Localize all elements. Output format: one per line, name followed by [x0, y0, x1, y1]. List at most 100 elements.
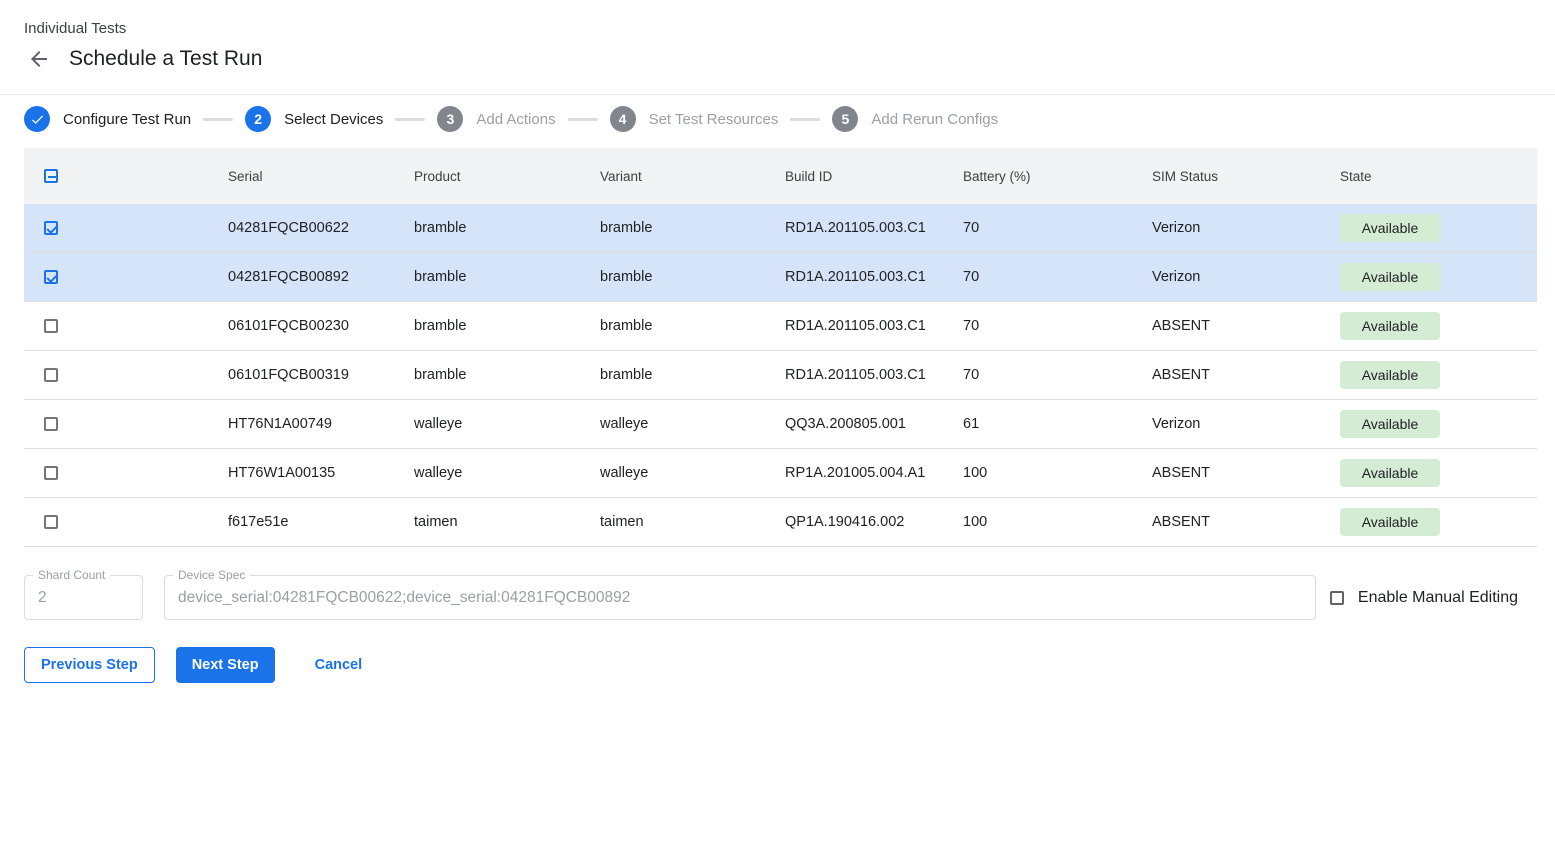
step-connector: [568, 118, 598, 121]
cell-variant: taimen: [600, 514, 785, 530]
column-header-product: Product: [414, 169, 600, 184]
cell-product: bramble: [414, 367, 600, 383]
shard-count-label: Shard Count: [33, 568, 110, 582]
cancel-button[interactable]: Cancel: [309, 647, 369, 683]
column-header-battery: Battery (%): [963, 169, 1152, 184]
cell-product: taimen: [414, 514, 600, 530]
cell-build-id: QP1A.190416.002: [785, 514, 963, 530]
device-table: SerialProductVariantBuild IDBattery (%)S…: [24, 148, 1537, 547]
step-number-3: 3: [437, 106, 463, 132]
state-badge: Available: [1340, 459, 1440, 487]
cell-battery: 70: [963, 367, 1152, 383]
cell-serial: HT76W1A00135: [228, 465, 414, 481]
select-all-checkbox[interactable]: [44, 169, 58, 183]
cell-battery: 100: [963, 465, 1152, 481]
cell-serial: HT76N1A00749: [228, 416, 414, 432]
device-row-ht76w1a00135[interactable]: HT76W1A00135walleyewalleyeRP1A.201005.00…: [24, 449, 1537, 498]
row-checkbox[interactable]: [44, 368, 58, 382]
step-label: Select Devices: [284, 111, 383, 128]
enable-manual-editing[interactable]: Enable Manual Editing: [1330, 589, 1518, 607]
device-row-ht76n1a00749[interactable]: HT76N1A00749walleyewalleyeQQ3A.200805.00…: [24, 400, 1537, 449]
cell-sim-status: ABSENT: [1152, 514, 1340, 530]
row-checkbox[interactable]: [44, 270, 58, 284]
step-number-2: 2: [245, 106, 271, 132]
step-set-test-resources[interactable]: 4 Set Test Resources: [610, 106, 779, 132]
cell-battery: 100: [963, 514, 1152, 530]
state-badge: Available: [1340, 361, 1440, 389]
action-buttons: Previous Step Next Step Cancel: [24, 647, 1531, 683]
next-step-button[interactable]: Next Step: [176, 647, 275, 683]
cell-product: bramble: [414, 269, 600, 285]
title-row: Schedule a Test Run: [24, 46, 1531, 94]
manual-editing-checkbox[interactable]: [1330, 591, 1344, 605]
cell-state: Available: [1340, 312, 1537, 340]
cell-sim-status: Verizon: [1152, 416, 1340, 432]
device-spec-field[interactable]: Device Spec device_serial:04281FQCB00622…: [164, 575, 1316, 620]
cell-battery: 70: [963, 220, 1152, 236]
back-button[interactable]: [26, 46, 52, 72]
row-checkbox-cell: [24, 221, 228, 235]
state-badge: Available: [1340, 410, 1440, 438]
row-checkbox[interactable]: [44, 466, 58, 480]
cell-product: walleye: [414, 465, 600, 481]
cell-variant: bramble: [600, 367, 785, 383]
column-header-state: State: [1340, 169, 1537, 184]
column-header-variant: Variant: [600, 169, 785, 184]
cell-variant: walleye: [600, 416, 785, 432]
device-row-06101fqcb00319[interactable]: 06101FQCB00319bramblebrambleRD1A.201105.…: [24, 351, 1537, 400]
shard-form-row: Shard Count 2 Device Spec device_serial:…: [24, 575, 1537, 620]
row-checkbox[interactable]: [44, 319, 58, 333]
cell-serial: 04281FQCB00622: [228, 220, 414, 236]
device-spec-value: device_serial:04281FQCB00622;device_seri…: [165, 589, 643, 607]
cell-build-id: RP1A.201005.004.A1: [785, 465, 963, 481]
cell-serial: 06101FQCB00319: [228, 367, 414, 383]
cell-state: Available: [1340, 508, 1537, 536]
cell-sim-status: ABSENT: [1152, 367, 1340, 383]
device-row-04281fqcb00892[interactable]: 04281FQCB00892bramblebrambleRD1A.201105.…: [24, 253, 1537, 302]
state-badge: Available: [1340, 312, 1440, 340]
device-spec-label: Device Spec: [173, 568, 250, 582]
page-header: Individual Tests Schedule a Test Run: [0, 0, 1555, 94]
step-number-4: 4: [610, 106, 636, 132]
cell-sim-status: ABSENT: [1152, 465, 1340, 481]
cell-battery: 70: [963, 269, 1152, 285]
cell-build-id: RD1A.201105.003.C1: [785, 220, 963, 236]
cell-variant: bramble: [600, 220, 785, 236]
cell-state: Available: [1340, 263, 1537, 291]
cell-product: walleye: [414, 416, 600, 432]
cell-sim-status: Verizon: [1152, 220, 1340, 236]
row-checkbox[interactable]: [44, 515, 58, 529]
cell-product: bramble: [414, 220, 600, 236]
step-add-actions[interactable]: 3Add Actions: [437, 106, 555, 132]
row-checkbox-cell: [24, 417, 228, 431]
row-checkbox-cell: [24, 368, 228, 382]
cell-serial: 04281FQCB00892: [228, 269, 414, 285]
row-checkbox[interactable]: [44, 221, 58, 235]
table-header-checkbox-cell: [24, 169, 228, 183]
cell-state: Available: [1340, 410, 1537, 438]
cell-serial: 06101FQCB00230: [228, 318, 414, 334]
step-configure-test-run[interactable]: Configure Test Run: [24, 106, 191, 132]
step-connector: [790, 118, 820, 121]
device-row-f617e51e[interactable]: f617e51etaimentaimenQP1A.190416.002100AB…: [24, 498, 1537, 547]
step-add-rerun-configs[interactable]: 5Add Rerun Configs: [832, 106, 998, 132]
cell-product: bramble: [414, 318, 600, 334]
device-row-04281fqcb00622[interactable]: 04281FQCB00622bramblebrambleRD1A.201105.…: [24, 204, 1537, 253]
shard-count-field[interactable]: Shard Count 2: [24, 575, 143, 620]
manual-editing-label: Enable Manual Editing: [1358, 589, 1518, 607]
cell-build-id: QQ3A.200805.001: [785, 416, 963, 432]
page-title: Schedule a Test Run: [69, 47, 262, 71]
row-checkbox-cell: [24, 466, 228, 480]
cell-variant: walleye: [600, 465, 785, 481]
step-connector: [395, 118, 425, 121]
cell-battery: 70: [963, 318, 1152, 334]
state-badge: Available: [1340, 214, 1440, 242]
step-select-devices[interactable]: 2 Select Devices: [245, 106, 383, 132]
cell-build-id: RD1A.201105.003.C1: [785, 269, 963, 285]
cell-sim-status: ABSENT: [1152, 318, 1340, 334]
row-checkbox[interactable]: [44, 417, 58, 431]
step-label: Set Test Resources: [649, 111, 779, 128]
previous-step-button[interactable]: Previous Step: [24, 647, 155, 683]
device-row-06101fqcb00230[interactable]: 06101FQCB00230bramblebrambleRD1A.201105.…: [24, 302, 1537, 351]
state-badge: Available: [1340, 508, 1440, 536]
